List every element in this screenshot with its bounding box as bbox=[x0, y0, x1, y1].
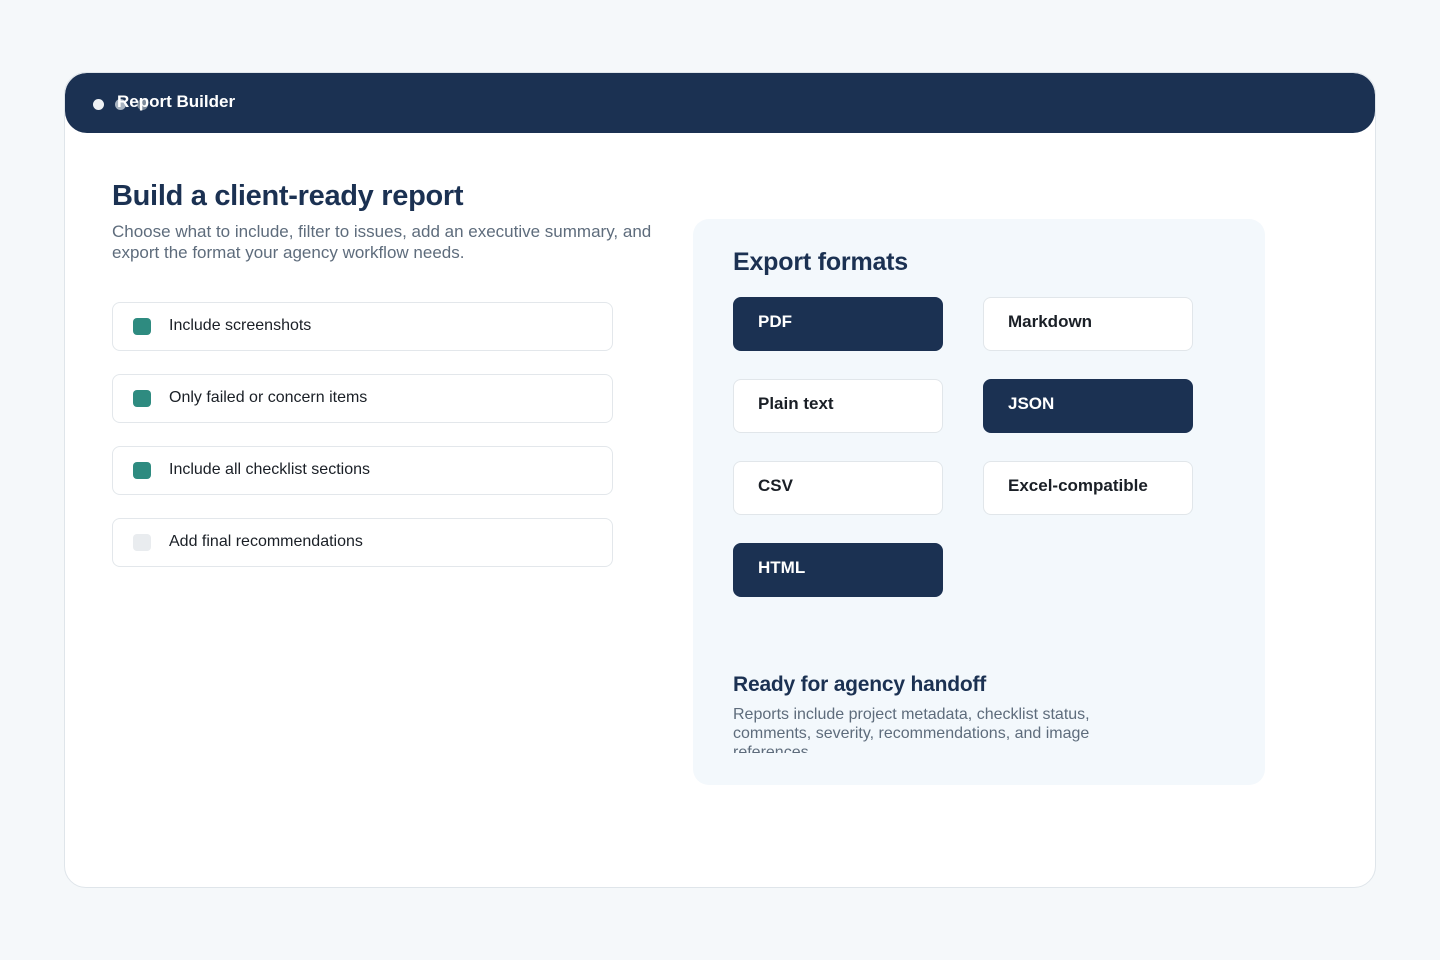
format-html-button[interactable]: HTML bbox=[733, 543, 943, 597]
option-label: Include all checklist sections bbox=[169, 461, 370, 478]
checkbox-checked[interactable] bbox=[133, 462, 151, 479]
option-include-screenshots[interactable]: Include screenshots bbox=[112, 302, 613, 351]
format-csv-button[interactable]: CSV bbox=[733, 461, 943, 515]
checkbox-unchecked[interactable] bbox=[133, 534, 151, 551]
checkbox-checked[interactable] bbox=[133, 390, 151, 407]
format-markdown-button[interactable]: Markdown bbox=[983, 297, 1193, 351]
window-title: Report Builder bbox=[117, 92, 236, 111]
page-subtitle: Choose what to include, filter to issues… bbox=[112, 222, 652, 262]
export-panel-title: Export formats bbox=[733, 248, 909, 276]
handoff-title: Ready for agency handoff bbox=[733, 673, 987, 696]
option-add-recommendations[interactable]: Add final recommendations bbox=[112, 518, 613, 567]
option-label: Only failed or concern items bbox=[169, 389, 368, 406]
option-label: Add final recommendations bbox=[169, 533, 363, 550]
option-only-failed-items[interactable]: Only failed or concern items bbox=[112, 374, 613, 423]
format-plain-text-button[interactable]: Plain text bbox=[733, 379, 943, 433]
format-pdf-button[interactable]: PDF bbox=[733, 297, 943, 351]
handoff-description: Reports include project metadata, checkl… bbox=[733, 706, 1090, 753]
format-excel-button[interactable]: Excel-compatible bbox=[983, 461, 1193, 515]
report-builder-window: Report Builder Build a client-ready repo… bbox=[64, 72, 1376, 888]
title-bar: Report Builder bbox=[65, 73, 1375, 133]
checkbox-checked[interactable] bbox=[133, 318, 151, 335]
page-title: Build a client-ready report bbox=[112, 180, 464, 212]
option-include-all-sections[interactable]: Include all checklist sections bbox=[112, 446, 613, 495]
window-close-dot[interactable] bbox=[93, 99, 104, 110]
option-label: Include screenshots bbox=[169, 317, 312, 334]
export-panel: Export formats PDF Markdown Plain text J… bbox=[693, 219, 1265, 785]
format-json-button[interactable]: JSON bbox=[983, 379, 1193, 433]
